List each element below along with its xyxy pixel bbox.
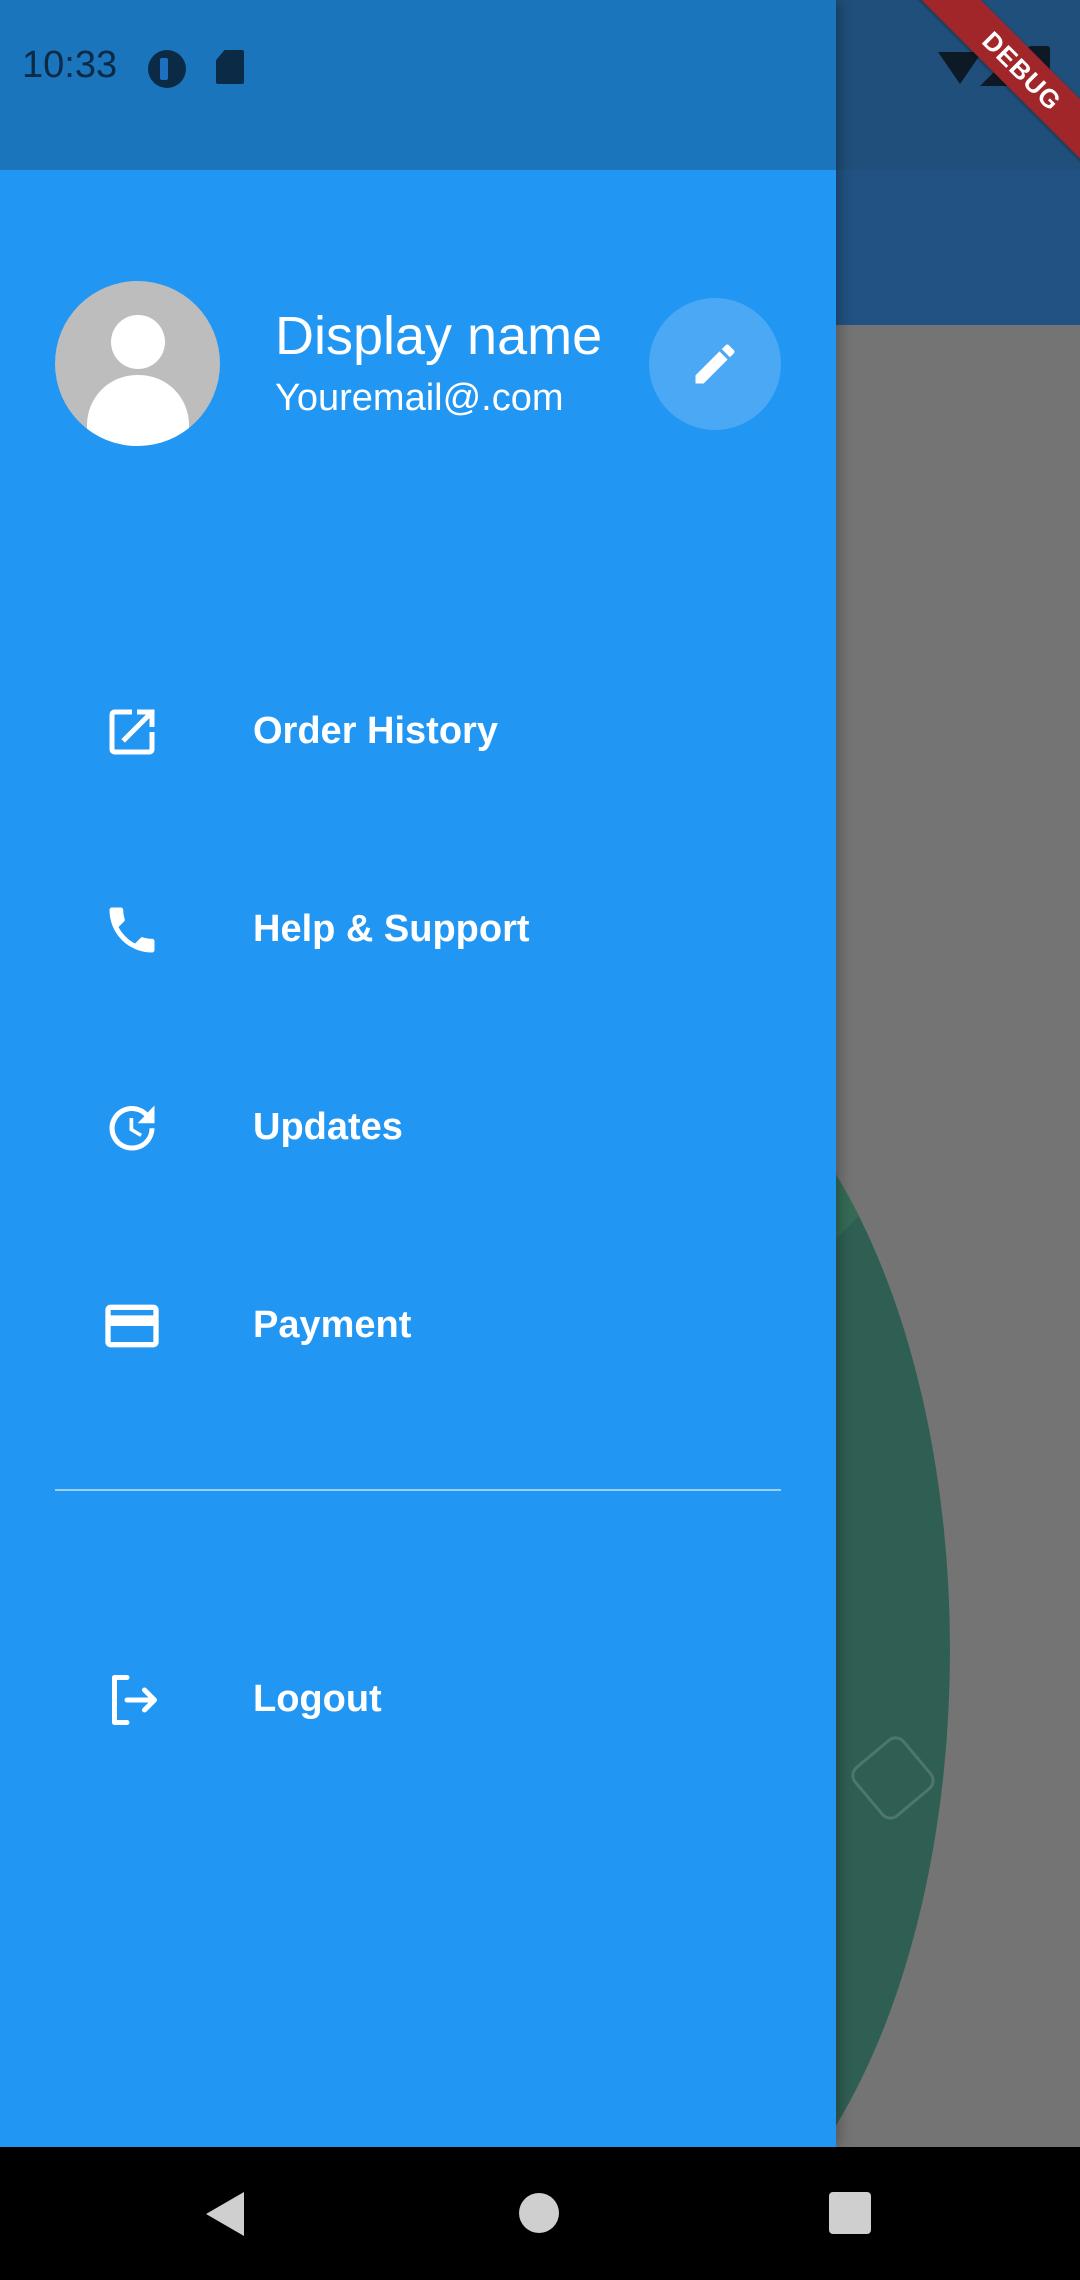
user-email: Youremail@.com	[275, 377, 564, 419]
navigation-drawer: Display name Youremail@.com Order Histor…	[0, 0, 836, 2147]
system-navigation-bar	[0, 2147, 1080, 2280]
wifi-icon	[938, 52, 982, 84]
app-notification-icon	[148, 50, 186, 88]
logout-icon	[98, 1672, 166, 1728]
display-name: Display name	[275, 306, 603, 366]
home-icon[interactable]	[519, 2193, 559, 2233]
open-in-new-icon	[98, 704, 166, 760]
drawer-item-label: Updates	[253, 1106, 403, 1148]
back-icon[interactable]	[206, 2192, 244, 2236]
drawer-item-updates[interactable]: Updates	[0, 1068, 836, 1188]
phone-icon	[98, 902, 166, 958]
avatar[interactable]	[55, 281, 220, 446]
edit-profile-button[interactable]	[649, 298, 781, 430]
sd-card-icon	[216, 50, 244, 84]
drawer-item-order-history[interactable]: Order History	[0, 672, 836, 792]
pencil-icon	[695, 344, 735, 384]
drawer-divider	[55, 1489, 781, 1491]
drawer-item-label: Logout	[253, 1678, 382, 1720]
recents-icon[interactable]	[829, 2192, 871, 2234]
drawer-item-payment[interactable]: Payment	[0, 1266, 836, 1386]
status-bar: 10:33	[0, 0, 1080, 170]
status-time: 10:33	[22, 44, 118, 86]
drawer-item-logout[interactable]: Logout	[0, 1640, 836, 1760]
credit-card-icon	[98, 1298, 166, 1354]
drawer-item-label: Payment	[253, 1304, 412, 1346]
drawer-item-label: Order History	[253, 710, 498, 752]
drawer-item-label: Help & Support	[253, 908, 530, 950]
person-icon	[111, 315, 165, 369]
update-icon	[98, 1100, 166, 1156]
drawer-item-help-support[interactable]: Help & Support	[0, 870, 836, 990]
